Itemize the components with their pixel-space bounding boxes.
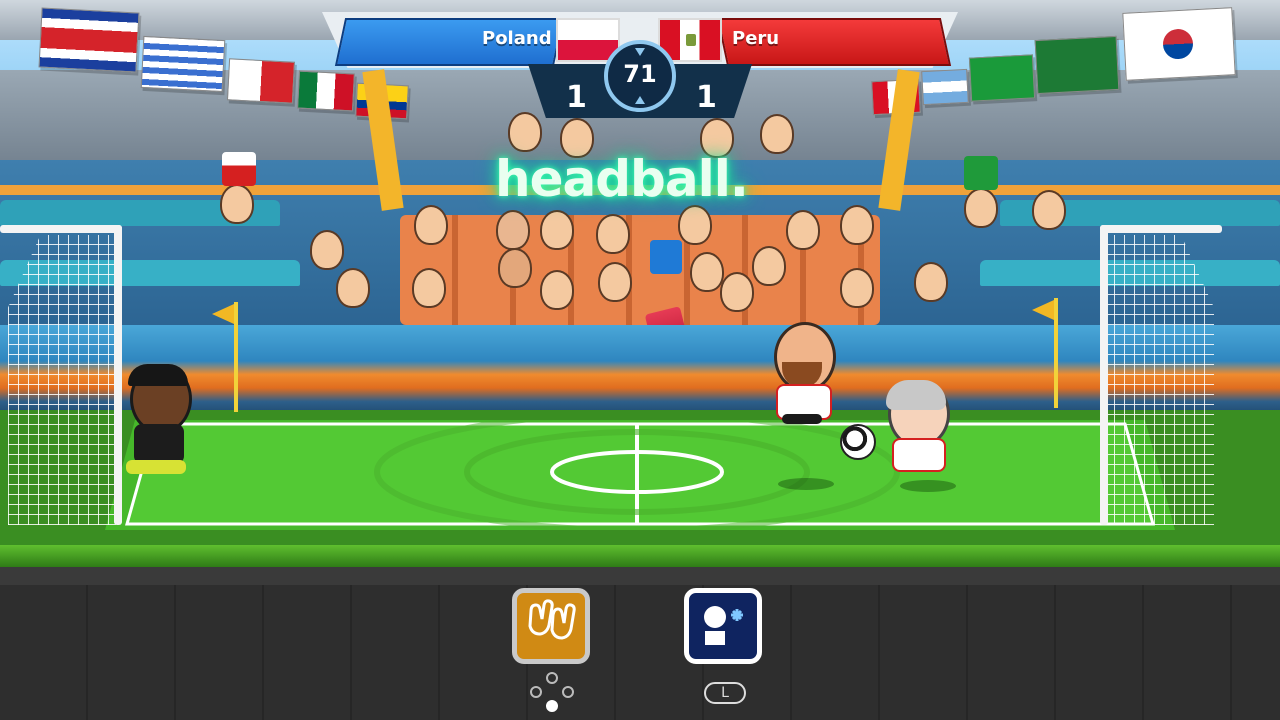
flag-uruguay xyxy=(140,35,226,93)
flag-brazil xyxy=(968,54,1036,102)
home-score: 1 xyxy=(566,80,587,115)
corner-flag-right xyxy=(1054,298,1058,408)
pitch-edge xyxy=(0,545,1280,567)
soccer-ball xyxy=(840,424,876,460)
fan-face xyxy=(498,248,532,288)
fan-face xyxy=(760,114,794,154)
fan-face xyxy=(964,188,998,228)
fan-face xyxy=(786,210,820,250)
fan-face xyxy=(220,184,254,224)
corner-flag-left xyxy=(234,302,238,412)
right-goal xyxy=(1100,225,1222,525)
fan-face xyxy=(508,112,542,152)
fan-face xyxy=(598,262,632,302)
goalkeeper-player xyxy=(126,364,208,476)
timer-down-arrow-icon xyxy=(635,96,645,104)
freeze-powerup-button[interactable] xyxy=(684,588,762,664)
fan-face xyxy=(310,230,344,270)
freeze-player-icon xyxy=(704,606,743,645)
bottom-panel xyxy=(0,567,1280,720)
away-score: 1 xyxy=(696,80,717,115)
pitch xyxy=(105,420,1175,530)
corner-flag-left-banner xyxy=(212,304,234,324)
fan-face xyxy=(496,210,530,250)
fan-face xyxy=(752,246,786,286)
flag-saudi-arabia xyxy=(1034,35,1120,95)
timer-up-arrow-icon xyxy=(635,48,645,56)
headball-logo: headball. xyxy=(495,150,749,208)
fan-face xyxy=(412,268,446,308)
gloves-powerup-button[interactable] xyxy=(512,588,590,664)
fan-face xyxy=(720,272,754,312)
fan-face xyxy=(678,205,712,245)
left-goal xyxy=(0,225,122,525)
fan-face xyxy=(914,262,948,302)
home-team-name: Poland xyxy=(482,28,552,49)
fan-face xyxy=(1032,190,1066,230)
face-buttons-icon xyxy=(530,672,574,716)
corner-flag-right-banner xyxy=(1032,300,1054,320)
player-shadow xyxy=(900,480,956,492)
top-hat-blue xyxy=(650,240,682,274)
gloves-icon xyxy=(528,599,576,640)
flag-mexico xyxy=(297,70,355,112)
bottom-panel-edge xyxy=(0,567,1280,585)
ball-shadow xyxy=(778,478,834,490)
freeze-hint-badge: L xyxy=(704,682,746,704)
match-timer: 71 xyxy=(623,60,657,88)
fan-face xyxy=(596,214,630,254)
fan-face xyxy=(840,205,874,245)
fan-face xyxy=(540,270,574,310)
flag-panama xyxy=(226,58,296,104)
top-hat-red xyxy=(222,152,256,186)
flag-costa-rica xyxy=(38,7,140,73)
kicker-player xyxy=(880,380,956,476)
fan-face xyxy=(540,210,574,250)
top-hat-green xyxy=(964,156,998,190)
flag-south-korea xyxy=(1122,7,1236,81)
fan-face xyxy=(414,205,448,245)
fan-face xyxy=(336,268,370,308)
flag-argentina xyxy=(921,68,969,106)
away-team-name: Peru xyxy=(732,28,780,49)
fan-face xyxy=(690,252,724,292)
fan-face xyxy=(840,268,874,308)
striker-player xyxy=(768,322,838,428)
